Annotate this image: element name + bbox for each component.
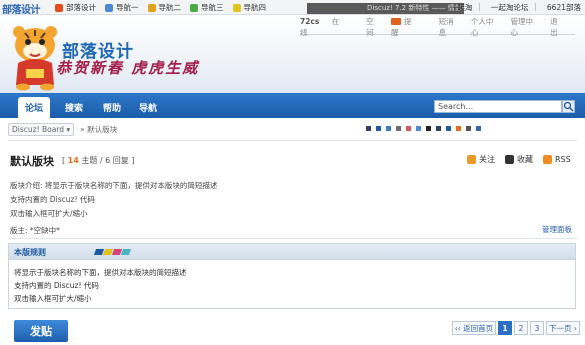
top-bar: 部落设计 部落设计 导航一 导航二 导航三 导航四 Discuz! 7.2 新特…	[0, 0, 585, 16]
tab-navigation[interactable]: 导航	[132, 97, 164, 118]
reply-count: 6	[105, 156, 111, 165]
top-link[interactable]: 一起淘	[450, 2, 473, 13]
topic-count: 14	[67, 156, 79, 165]
tab-help[interactable]: 帮助	[96, 97, 128, 118]
follow-button[interactable]: 关注	[467, 154, 495, 165]
theme-swatch[interactable]	[466, 126, 471, 131]
top-nav-item[interactable]: 导航二	[147, 2, 181, 13]
nav-icon	[190, 3, 198, 12]
divider	[8, 238, 577, 239]
tab-search[interactable]: 搜索	[58, 97, 90, 118]
nav-icon	[232, 3, 241, 12]
top-link[interactable]: 6621部落	[547, 2, 581, 13]
pager-page[interactable]: 2	[514, 321, 528, 335]
theme-swatch[interactable]	[426, 126, 431, 131]
rules-line: 支持内置的 Discuz! 代码	[14, 281, 99, 290]
pager-next[interactable]: 下一页 ›	[546, 321, 580, 335]
theme-swatch[interactable]	[476, 126, 481, 131]
top-nav-item[interactable]: 导航四	[232, 2, 266, 13]
follow-icon	[467, 155, 476, 164]
top-right-links: 一起淘 | 一起淘论坛 | 6621部落	[449, 2, 581, 13]
mail-icon	[390, 18, 401, 25]
nav-icon	[105, 3, 113, 12]
theme-swatch[interactable]	[446, 126, 451, 131]
link-user-center[interactable]: 个人中心	[471, 16, 501, 38]
brand-slogan: 恭贺新春 虎虎生威	[56, 59, 200, 77]
top-nav-item[interactable]: 部落设计	[55, 2, 96, 13]
breadcrumb-current: 默认版块	[87, 124, 118, 134]
pager-page-current[interactable]: 1	[498, 321, 512, 335]
site-logo-mini[interactable]: 部落设计	[2, 1, 41, 16]
top-nav-item[interactable]: 导航一	[105, 2, 139, 13]
pager-first[interactable]: ‹‹ 返回首页	[452, 321, 496, 335]
pagination: ‹‹ 返回首页 1 2 3 下一页 ›	[452, 321, 582, 335]
forum-title: 默认版块	[10, 155, 54, 168]
search-input[interactable]: Search...	[434, 100, 562, 113]
theme-swatch[interactable]	[456, 126, 461, 131]
tiger-mascot-logo[interactable]	[8, 25, 62, 91]
online-count: 72cs	[300, 16, 320, 26]
rss-button[interactable]: RSS	[543, 154, 571, 165]
forum-description: 双击输入框可扩大/缩小	[10, 209, 88, 218]
theme-swatch[interactable]	[396, 126, 401, 131]
forum-rules-box: 本版规则 将显示于版块名称的下面，提供对本版块的简短描述 支持内置的 Discu…	[8, 243, 576, 309]
breadcrumb: Discuz! Board ▾ » 默认版块	[8, 119, 577, 139]
search-button[interactable]	[562, 100, 575, 113]
divider	[8, 140, 577, 141]
rules-body: 将显示于版块名称的下面，提供对本版块的简短描述 支持内置的 Discuz! 代码…	[9, 260, 575, 305]
rules-line: 将显示于版块名称的下面，提供对本版块的简短描述	[14, 268, 187, 277]
pager-page[interactable]: 3	[530, 321, 544, 335]
forum-description: 支持内置的 Discuz! 代码	[10, 195, 95, 204]
theme-swatch[interactable]	[416, 126, 421, 131]
rules-line: 双击输入框可扩大/缩小	[14, 294, 92, 303]
manage-panel-link[interactable]: 管理面板	[542, 224, 572, 235]
theme-swatch[interactable]	[386, 126, 391, 131]
home-icon	[55, 3, 63, 12]
theme-swatch[interactable]	[366, 126, 371, 131]
nav-icon	[147, 3, 156, 12]
main-nav: 论坛 搜索 帮助 导航 Search...	[0, 93, 585, 118]
forum-actions: 关注 收藏 RSS	[467, 154, 581, 165]
theme-swatch[interactable]	[436, 126, 441, 131]
top-nav-item[interactable]: 导航三	[190, 2, 224, 13]
link-notify[interactable]: 提醒	[390, 16, 429, 38]
forum-description: 版块介绍: 将显示于版块名称的下面，提供对本版块的简短描述	[10, 181, 218, 190]
new-post-button[interactable]: 发贴	[14, 320, 68, 342]
user-status-bar: 72cs 在线 空间 提醒 短消息 个人中心 管理中心 退出	[300, 16, 575, 38]
link-messages[interactable]: 短消息	[439, 16, 461, 38]
site-header: 72cs 在线 空间 提醒 短消息 个人中心 管理中心 退出 部落设计 恭贺新春…	[0, 15, 585, 93]
moderator-line: 版主: *空缺中*	[10, 226, 60, 235]
theme-swatches	[366, 126, 486, 131]
link-admin[interactable]: 管理中心	[511, 16, 541, 38]
breadcrumb-board[interactable]: Discuz! Board ▾	[8, 122, 75, 136]
rules-header[interactable]: 本版规则	[9, 244, 575, 260]
rules-decoration	[93, 249, 132, 255]
theme-swatch[interactable]	[376, 126, 381, 131]
forum-stats: [ 14 主题 / 6 回复 ]	[62, 156, 135, 165]
rules-title: 本版规则	[14, 248, 46, 257]
favorite-button[interactable]: 收藏	[505, 154, 533, 165]
link-logout[interactable]: 退出	[550, 16, 565, 38]
search-icon	[563, 101, 574, 112]
theme-swatch[interactable]	[406, 126, 411, 131]
rss-icon	[543, 155, 552, 164]
link-space[interactable]: 空间	[366, 16, 381, 38]
tab-forum[interactable]: 论坛	[18, 97, 50, 118]
top-link[interactable]: 一起淘论坛	[491, 2, 529, 13]
top-nav: 部落设计 导航一 导航二 导航三 导航四	[55, 2, 275, 13]
heart-icon	[505, 155, 514, 164]
